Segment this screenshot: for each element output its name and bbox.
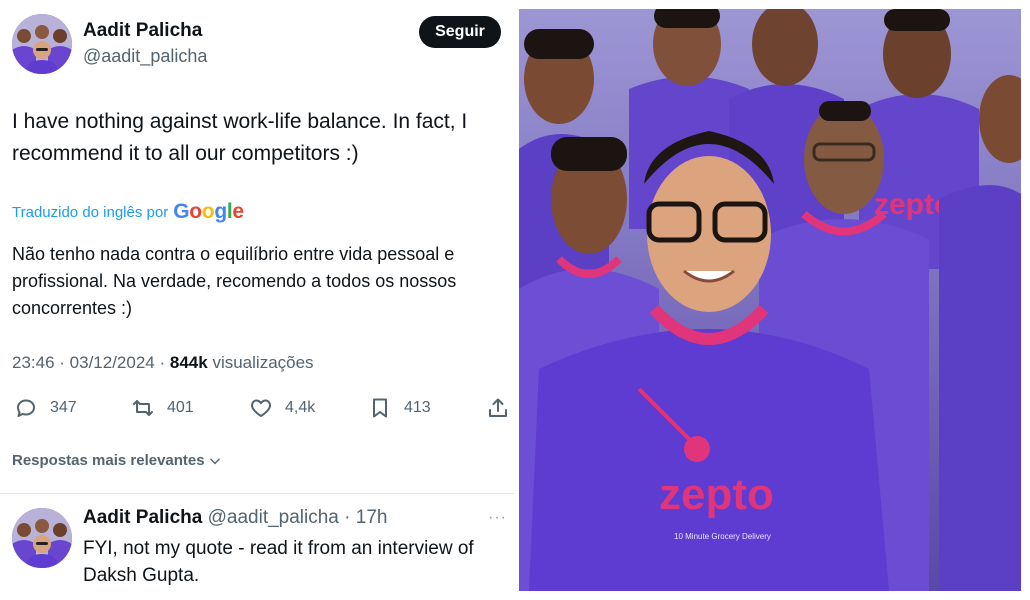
reply-time[interactable]: 17h (356, 507, 388, 528)
author-name[interactable]: Aadit Palicha (83, 20, 202, 42)
share-button[interactable] (486, 396, 510, 420)
shirt-tagline: 10 Minute Grocery Delivery (674, 532, 771, 541)
tweet-text-line-1: I have nothing against work-life balance… (12, 110, 468, 133)
translation-line-3: concorrentes :) (12, 298, 133, 318)
views-label: visualizações (212, 353, 314, 372)
tweet-meta: 23:46 · 03/12/2024 · 844k visualizações (12, 353, 314, 373)
repost-count: 401 (167, 399, 194, 416)
group-photo-illustration: zepto zepto 10 Minute Grocery Delivery (519, 9, 1021, 591)
reply-author-handle[interactable]: @aadit_palicha (208, 507, 339, 528)
translation-attribution[interactable]: Traduzido do inglês por Google (12, 200, 244, 224)
more-icon[interactable]: ··· (488, 509, 507, 527)
like-count: 4,4k (285, 399, 316, 416)
bookmark-button[interactable]: 413 (368, 396, 431, 420)
repost-button[interactable]: 401 (131, 396, 194, 420)
reply-author-avatar[interactable] (12, 508, 72, 568)
tweet-text-line-2: recommend it to all our competitors :) (12, 142, 359, 165)
replies-sort-label: Respostas mais relevantes (12, 452, 205, 469)
follow-button[interactable]: Seguir (419, 16, 501, 48)
author-avatar[interactable] (12, 14, 72, 74)
tweet-panel: Aadit Palicha @aadit_palicha Seguir I ha… (0, 0, 515, 600)
reply-icon (17, 399, 35, 417)
google-logo: Google (173, 200, 244, 223)
translation-line-1: Não tenho nada contra o equilíbrio entre… (12, 244, 455, 264)
like-button[interactable]: 4,4k (249, 396, 315, 420)
chevron-down-icon (209, 458, 220, 464)
tweet-date[interactable]: 03/12/2024 (70, 353, 155, 372)
translated-by-label: Traduzido do inglês por (12, 203, 169, 221)
section-divider (0, 493, 515, 494)
separator-dot: · (59, 353, 70, 372)
translation-line-2: profissional. Na verdade, recomendo a to… (12, 271, 457, 291)
group-photo: zepto zepto 10 Minute Grocery Delivery (519, 9, 1021, 591)
reply-button[interactable]: 347 (14, 396, 77, 420)
reply-author-name[interactable]: Aadit Palicha (83, 507, 202, 528)
repost-icon (133, 400, 153, 416)
reply-text-line-1: FYI, not my quote - read it from an inte… (83, 538, 474, 559)
like-icon (251, 399, 271, 417)
tweet-time[interactable]: 23:46 (12, 353, 55, 372)
bookmark-icon (373, 398, 387, 418)
shirt-logo: zepto (659, 470, 774, 519)
bookmark-count: 413 (404, 399, 431, 416)
share-icon (489, 398, 507, 417)
views-count: 844k (169, 353, 208, 372)
reply-text-line-2: Daksh Gupta. (83, 565, 200, 586)
reply-count: 347 (50, 399, 77, 416)
replies-sort-dropdown[interactable]: Respostas mais relevantes (12, 452, 222, 469)
author-handle[interactable]: @aadit_palicha (83, 46, 207, 67)
reply-header: Aadit Palicha @aadit_palicha · 17h (83, 507, 387, 529)
separator-dot: · (344, 507, 351, 528)
separator-dot: · (159, 353, 170, 372)
